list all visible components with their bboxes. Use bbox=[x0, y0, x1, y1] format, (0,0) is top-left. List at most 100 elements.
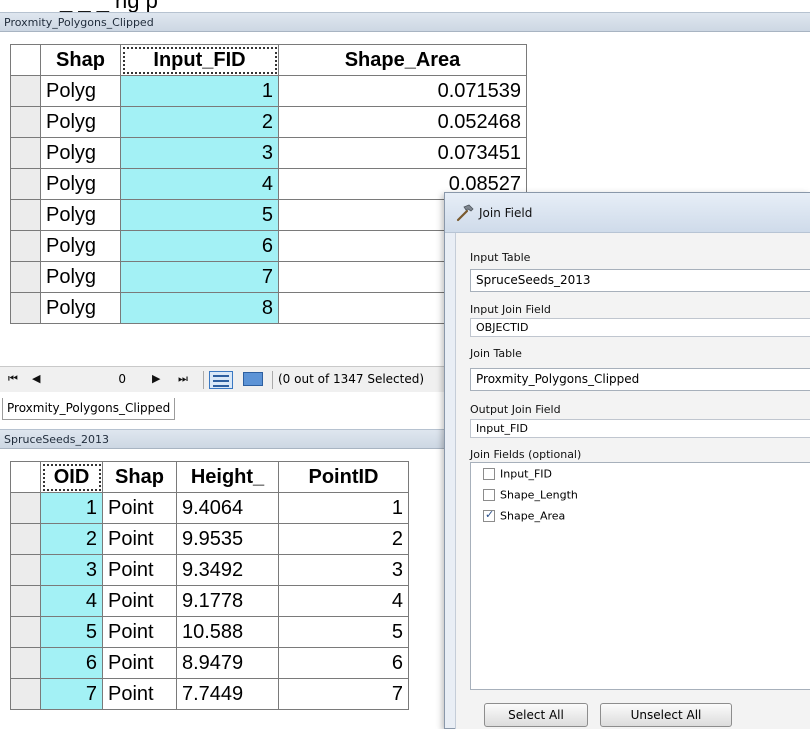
table-row[interactable]: 3 Point 9.3492 3 bbox=[10, 554, 409, 586]
cell-height: 8.9479 bbox=[176, 647, 279, 679]
header-selector[interactable] bbox=[10, 461, 41, 493]
column-header-shape[interactable]: Shap bbox=[40, 44, 121, 76]
cell-shape: Polyg bbox=[40, 106, 121, 138]
checkbox-input-fid[interactable] bbox=[483, 468, 495, 480]
join-field-item-label: Shape_Area bbox=[500, 509, 566, 523]
join-table-label: Join Table bbox=[470, 347, 522, 360]
show-all-records-icon[interactable] bbox=[209, 371, 233, 389]
table-row[interactable]: 6 Point 8.9479 6 bbox=[10, 647, 409, 679]
column-header-shape[interactable]: Shap bbox=[102, 461, 177, 493]
join-table-field[interactable]: Proxmity_Polygons_Clipped bbox=[470, 368, 810, 391]
show-selected-records-icon[interactable] bbox=[243, 372, 263, 386]
table-row[interactable]: 1 Point 9.4064 1 bbox=[10, 492, 409, 524]
row-selector[interactable] bbox=[10, 137, 41, 169]
cell-input-fid: 3 bbox=[120, 137, 279, 169]
cell-shape: Point bbox=[102, 492, 177, 524]
join-fields-list: Input_FID Shape_Length Shape_Area bbox=[470, 462, 810, 690]
table-row[interactable]: Polyg 3 0.073451 bbox=[10, 137, 527, 169]
cell-input-fid: 5 bbox=[120, 199, 279, 231]
row-selector[interactable] bbox=[10, 261, 41, 293]
join-field-dialog: Join Field Input Table SpruceSeeds_2013 … bbox=[444, 192, 810, 729]
cell-oid: 4 bbox=[40, 585, 103, 617]
column-header-pointid[interactable]: PointID bbox=[278, 461, 409, 493]
first-record-icon[interactable]: ⏮ bbox=[8, 372, 18, 386]
toolbar-separator bbox=[203, 371, 204, 389]
cell-pointid: 5 bbox=[278, 616, 409, 648]
row-selector[interactable] bbox=[10, 199, 41, 231]
row-selector[interactable] bbox=[10, 554, 41, 586]
cell-shape: Point bbox=[102, 585, 177, 617]
row-selector[interactable] bbox=[10, 523, 41, 555]
join-field-item-shape-area[interactable]: Shape_Area bbox=[483, 508, 566, 525]
cell-pointid: 3 bbox=[278, 554, 409, 586]
cell-shape-area: 0.052468 bbox=[278, 106, 527, 138]
join-field-item-label: Shape_Length bbox=[500, 488, 578, 502]
next-record-icon[interactable]: ▶ bbox=[152, 372, 160, 385]
column-header-oid[interactable]: OID bbox=[40, 461, 103, 493]
toolbar-separator bbox=[272, 371, 273, 389]
previous-record-icon[interactable]: ◀ bbox=[32, 372, 40, 385]
table-header-row: OID Shap Height_ PointID bbox=[10, 461, 409, 493]
row-selector[interactable] bbox=[10, 678, 41, 710]
cell-height: 10.588 bbox=[176, 616, 279, 648]
cell-oid: 6 bbox=[40, 647, 103, 679]
checkbox-shape-area[interactable] bbox=[483, 508, 495, 522]
dialog-titlebar[interactable]: Join Field bbox=[445, 193, 810, 233]
table-row[interactable]: 7 Point 7.7449 7 bbox=[10, 678, 409, 710]
cell-shape: Polyg bbox=[40, 168, 121, 200]
unselect-all-button[interactable]: Unselect All bbox=[600, 703, 732, 727]
last-record-icon[interactable]: ⏭ bbox=[178, 372, 188, 386]
table-row[interactable]: 4 Point 9.1778 4 bbox=[10, 585, 409, 617]
top-table-title: Proxmity_Polygons_Clipped bbox=[0, 12, 810, 32]
table-row[interactable]: Polyg 2 0.052468 bbox=[10, 106, 527, 138]
header-selector[interactable] bbox=[10, 44, 41, 76]
row-selector[interactable] bbox=[10, 585, 41, 617]
row-selector[interactable] bbox=[10, 292, 41, 324]
table-row[interactable]: 5 Point 10.588 5 bbox=[10, 616, 409, 648]
dialog-title: Join Field bbox=[479, 206, 533, 220]
join-fields-label: Join Fields (optional) bbox=[470, 448, 582, 461]
table-tab-proxmity-polygons[interactable]: Proxmity_Polygons_Clipped bbox=[2, 398, 176, 420]
join-field-item-input-fid[interactable]: Input_FID bbox=[483, 467, 552, 483]
input-table-label: Input Table bbox=[470, 251, 531, 264]
table-row[interactable]: 2 Point 9.9535 2 bbox=[10, 523, 409, 555]
cell-shape: Polyg bbox=[40, 137, 121, 169]
cell-input-fid: 7 bbox=[120, 261, 279, 293]
row-selector[interactable] bbox=[10, 492, 41, 524]
bottom-attribute-table: OID Shap Height_ PointID 1 Point 9.4064 1 2… bbox=[10, 461, 409, 710]
input-join-field-label: Input Join Field bbox=[470, 303, 551, 316]
column-header-shape-area[interactable]: Shape_Area bbox=[278, 44, 527, 76]
row-selector[interactable] bbox=[10, 106, 41, 138]
cell-pointid: 6 bbox=[278, 647, 409, 679]
row-selector[interactable] bbox=[10, 75, 41, 107]
row-selector[interactable] bbox=[10, 647, 41, 679]
cell-height: 7.7449 bbox=[176, 678, 279, 710]
join-field-item-shape-length[interactable]: Shape_Length bbox=[483, 488, 578, 504]
cell-shape: Polyg bbox=[40, 75, 121, 107]
cell-shape: Point bbox=[102, 616, 177, 648]
row-selector[interactable] bbox=[10, 616, 41, 648]
record-navigation-bar: ⏮ ◀ 0 ▶ ⏭ (0 out of 1347 Selected) bbox=[0, 366, 455, 392]
cell-shape: Point bbox=[102, 678, 177, 710]
hammer-icon bbox=[455, 203, 475, 223]
cell-height: 9.3492 bbox=[176, 554, 279, 586]
row-selector[interactable] bbox=[10, 230, 41, 262]
select-all-button[interactable]: Select All bbox=[484, 703, 588, 727]
column-header-input-fid[interactable]: Input_FID bbox=[120, 44, 279, 76]
cell-oid: 2 bbox=[40, 523, 103, 555]
checkbox-shape-length[interactable] bbox=[483, 489, 495, 501]
cell-shape: Point bbox=[102, 554, 177, 586]
cell-shape: Point bbox=[102, 647, 177, 679]
join-field-item-label: Input_FID bbox=[500, 467, 553, 481]
input-table-field[interactable]: SpruceSeeds_2013 bbox=[470, 269, 810, 292]
output-join-field-select[interactable]: Input_FID bbox=[470, 419, 810, 438]
row-selector[interactable] bbox=[10, 168, 41, 200]
record-number-input[interactable]: 0 bbox=[76, 372, 126, 386]
cell-input-fid: 8 bbox=[120, 292, 279, 324]
input-join-field-select[interactable]: OBJECTID bbox=[470, 318, 810, 337]
cell-input-fid: 1 bbox=[120, 75, 279, 107]
table-row[interactable]: Polyg 1 0.071539 bbox=[10, 75, 527, 107]
cell-shape-area: 0.071539 bbox=[278, 75, 527, 107]
column-header-height[interactable]: Height_ bbox=[176, 461, 279, 493]
cell-shape: Polyg bbox=[40, 230, 121, 262]
